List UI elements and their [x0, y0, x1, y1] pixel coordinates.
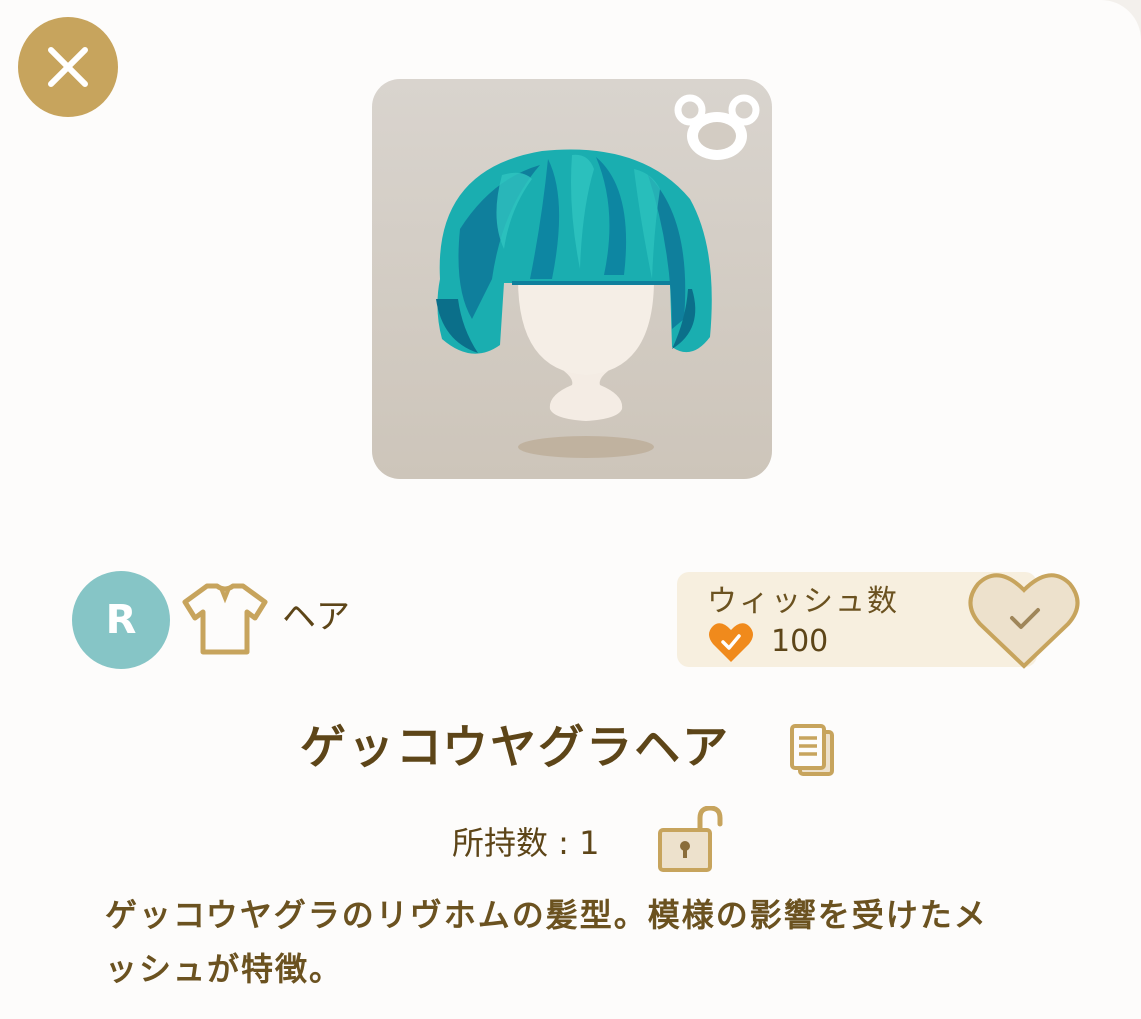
heart-check-icon: [709, 623, 753, 662]
item-detail-panel: R ヘア ウィッシュ数 100 ゲッコウヤグラヘア 所持数 : 1 ゲッコウヤグ…: [0, 0, 1141, 1019]
category-label: ヘア: [282, 597, 350, 637]
copy-icon[interactable]: [788, 722, 838, 780]
close-button[interactable]: [18, 17, 118, 117]
owned-count: 所持数 : 1: [452, 824, 600, 862]
wish-title: ウィッシュ数: [707, 584, 899, 619]
item-description: ゲッコウヤグラのリヴホムの髪型。模様の影響を受けたメッシュが特徴。: [105, 896, 988, 988]
wish-count: 100: [771, 624, 829, 659]
close-icon: [48, 47, 88, 87]
unlock-icon[interactable]: [656, 806, 728, 872]
rarity-badge: R: [72, 571, 170, 669]
bear-icon: [674, 94, 760, 160]
shirt-icon: [182, 583, 268, 655]
wish-heart-button[interactable]: [966, 568, 1082, 672]
item-name: ゲッコウヤグラヘア: [300, 720, 731, 774]
